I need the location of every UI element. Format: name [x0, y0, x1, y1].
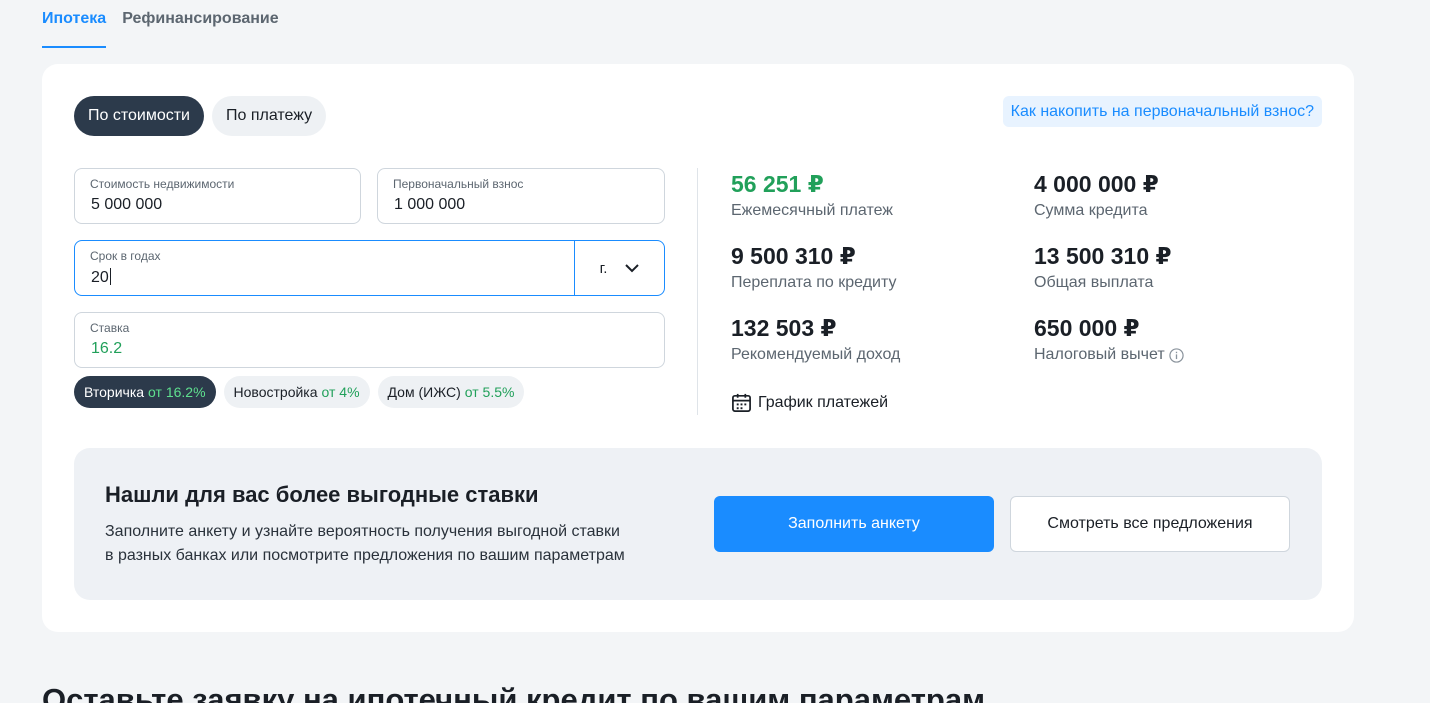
price-field-value[interactable]: 5 000 000: [91, 196, 162, 214]
down-payment-field[interactable]: Первоначальный взнос 1 000 000: [377, 168, 665, 224]
banner-text-line: Заполните анкету и узнайте вероятность п…: [105, 523, 620, 540]
result-monthly-payment: 56 251 ₽ Ежемесячный платеж: [731, 168, 893, 222]
monthly-payment-caption: Ежемесячный платеж: [731, 202, 894, 219]
calculator-card: По стоимости По платежу Как накопить на …: [42, 64, 1354, 632]
total-payment-caption: Общая выплата: [1034, 274, 1154, 291]
better-rates-banner: Нашли для вас более выгодные ставки Запо…: [74, 448, 1322, 600]
recommended-income-value: 132 503 ₽: [731, 315, 837, 341]
payment-schedule-label: График платежей: [758, 393, 889, 411]
recommended-income-caption: Рекомендуемый доход: [731, 346, 901, 363]
total-payment-value: 13 500 310 ₽: [1034, 243, 1172, 269]
property-type-chips: Вторичка от 16.2% Новостройка от 4% Дом …: [74, 376, 525, 408]
calc-mode-switch: По стоимости По платежу: [74, 96, 327, 136]
term-field[interactable]: Срок в годах 20 г.: [74, 240, 665, 296]
price-field-label: Стоимость недвижимости: [90, 177, 235, 191]
chip-label: Вторичка: [84, 384, 145, 400]
result-overpayment: 9 500 310 ₽ Переплата по кредиту: [731, 240, 896, 294]
chip-label: Дом (ИЖС): [387, 384, 461, 400]
product-tabs: Ипотека Рефинансирование: [42, 0, 279, 48]
banner-title: Нашли для вас более выгодные ставки: [105, 482, 539, 507]
result-total-payment: 13 500 310 ₽ Общая выплата: [1034, 240, 1172, 294]
tax-deduction-caption-text: Налоговый вычет: [1034, 346, 1165, 363]
term-unit-value: г.: [599, 259, 608, 277]
chip-rate: от 16.2%: [148, 384, 206, 400]
term-field-value[interactable]: 20: [91, 268, 111, 287]
banner-text: Заполните анкету и узнайте вероятность п…: [105, 520, 665, 568]
overpayment-value: 9 500 310 ₽: [731, 243, 856, 269]
text-caret: [109, 268, 111, 285]
down-payment-help-link[interactable]: Как накопить на первоначальный взнос?: [1002, 96, 1322, 127]
application-section-heading: Оставьте заявку на ипотечный кредит по в…: [42, 682, 986, 703]
view-all-offers-button[interactable]: Смотреть все предложения: [1010, 496, 1290, 552]
rate-field-label: Ставка: [90, 321, 130, 335]
vertical-divider: [697, 168, 698, 415]
monthly-payment-value: 56 251 ₽: [731, 171, 824, 197]
payment-schedule-link[interactable]: График платежей: [731, 392, 888, 413]
calendar-icon: [732, 393, 751, 412]
chip-rate: от 5.5%: [464, 384, 515, 400]
price-field[interactable]: Стоимость недвижимости 5 000 000: [74, 168, 361, 224]
term-unit-select[interactable]: г.: [574, 241, 664, 295]
tab-mortgage[interactable]: Ипотека: [42, 0, 107, 48]
overpayment-caption: Переплата по кредиту: [731, 274, 897, 291]
term-field-label: Срок в годах: [90, 249, 161, 263]
result-loan-amount: 4 000 000 ₽ Сумма кредита: [1034, 168, 1159, 222]
term-value-text: 20: [91, 269, 109, 286]
banner-text-line: в разных банках или посмотрите предложен…: [105, 547, 625, 564]
chip-house[interactable]: Дом (ИЖС) от 5.5%: [377, 376, 525, 408]
chip-label: Новостройка: [233, 384, 318, 400]
tax-deduction-caption: Налоговый вычет: [1034, 344, 1184, 366]
chip-secondary-market[interactable]: Вторичка от 16.2%: [74, 376, 216, 408]
mode-by-payment-button[interactable]: По платежу: [212, 96, 327, 136]
rate-field[interactable]: Ставка 16.2: [74, 312, 665, 368]
chip-rate: от 4%: [321, 384, 360, 400]
mode-by-price-button[interactable]: По стоимости: [74, 96, 204, 136]
tax-deduction-value: 650 000 ₽: [1034, 315, 1140, 341]
result-recommended-income: 132 503 ₽ Рекомендуемый доход: [731, 312, 900, 366]
chevron-down-icon: [625, 263, 640, 272]
rate-field-value[interactable]: 16.2: [91, 340, 122, 358]
loan-amount-caption: Сумма кредита: [1034, 202, 1148, 219]
fill-application-button[interactable]: Заполнить анкету: [714, 496, 994, 552]
down-payment-field-label: Первоначальный взнос: [393, 177, 524, 191]
chip-new-building[interactable]: Новостройка от 4%: [223, 376, 370, 408]
info-icon[interactable]: [1169, 347, 1184, 363]
tab-refinancing[interactable]: Рефинансирование: [122, 0, 278, 48]
loan-amount-value: 4 000 000 ₽: [1034, 171, 1159, 197]
down-payment-field-value[interactable]: 1 000 000: [394, 196, 465, 214]
result-tax-deduction: 650 000 ₽ Налоговый вычет: [1034, 312, 1184, 366]
